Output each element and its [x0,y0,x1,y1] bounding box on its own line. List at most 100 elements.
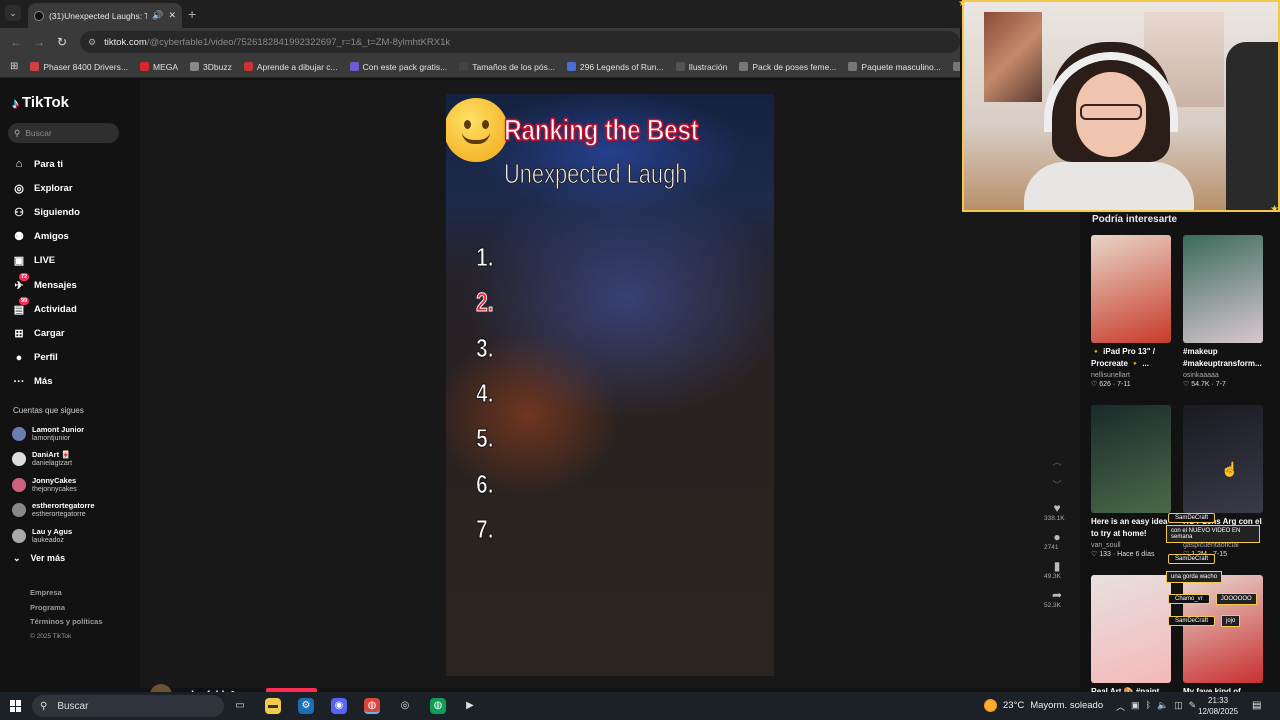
following-header: Cuentas que sigues [13,406,84,415]
bookmark-item[interactable]: Tamaños de los pós... [459,62,555,72]
search-input[interactable]: ⚲ Buscar [8,123,119,143]
share-count: 52.3K [1044,602,1061,609]
share-icon[interactable]: ➦ [1044,588,1070,602]
profile-icon: ● [15,351,23,364]
footer-link-terms[interactable]: Términos y políticas [30,615,103,630]
account-text: JonnyCakes thejonnycakes [32,476,77,494]
like-heart-icon[interactable]: ♥ [1044,501,1070,515]
recommendations-header: Podría interesarte [1092,214,1178,225]
bookmark-item[interactable]: Pack de poses feme... [739,62,836,72]
video-thumbnail[interactable] [1091,235,1171,343]
url-field[interactable]: ⚙ tiktok.com/@cyberfable1/video/75261828… [80,31,960,53]
tray-chevron-icon[interactable]: ︿ [1116,700,1125,713]
back-icon[interactable]: ← [10,35,22,49]
recommended-video[interactable]: 🔸 iPad Pro 13" / Procreate 🔸 ... nellisun… [1091,235,1171,388]
nav-item-actividad[interactable]: ▤ 99 Actividad [12,296,80,321]
task-view-icon[interactable]: ▭ [232,698,248,714]
video-thumbnail[interactable] [1183,235,1263,343]
bookmark-item[interactable]: Con este pack gratis... [349,62,447,72]
see-more-button[interactable]: ⌄ Ver más [13,553,65,564]
nav-item-siguiendo[interactable]: ⚇ Siguiendo [12,200,80,224]
volume-icon[interactable]: 🔈 [1157,700,1168,713]
network-icon[interactable]: ◫ [1174,700,1183,713]
notification-badge: 72 [19,272,30,281]
steam-icon[interactable]: ⚙ [298,698,314,714]
bookmark-item[interactable]: 3Dbuzz [190,62,232,72]
live-icon: ▣ [13,255,25,268]
nav-item-cargar[interactable]: ⊞ Cargar [12,321,80,345]
tiktok-logo[interactable]: ♪ TikTok [12,94,69,111]
new-tab-button[interactable]: + [188,6,196,22]
chat-username: Chamo_vr [1168,594,1210,604]
nav-label: LIVE [34,255,56,267]
video-thumbnail[interactable] [1091,575,1171,683]
bookmark-item[interactable]: Skull St [952,62,960,72]
recommended-video[interactable]: #makeup #makeuptransform... osinkaaaaa ♡ 5… [1183,235,1263,388]
nav-item-mensajes[interactable]: ✈ 72 Mensajes [12,272,80,297]
active-tab[interactable]: (31)Unexpected Laughs: To 🔊 ✕ [28,3,182,28]
chrome-profile-icon[interactable]: ◍ [430,698,446,714]
home-icon: ⌂ [15,158,23,171]
nav-item-m-s[interactable]: ··· Más [12,370,80,394]
obs-icon[interactable]: ◎ [397,698,413,714]
bookmark-item[interactable]: Ilustración [675,62,727,72]
bookmark-favicon-icon [566,62,576,71]
video-player[interactable]: Ranking the Best Unexpected Laugh 1. 2. 3.… [446,94,774,676]
windows-start-icon[interactable] [10,700,22,712]
followed-account[interactable]: Lau y Agus laukeadoz [12,523,95,549]
speaker-icon[interactable]: 🔊 [152,10,163,21]
nav-item-amigos[interactable]: ⚉ Amigos [12,225,80,249]
bookmark-favicon-icon [30,62,40,71]
sun-icon [984,699,997,712]
followed-account[interactable]: JonnyCakes thejonnycakes [12,472,95,498]
followed-account[interactable]: estherortegatorre estherortegatorre [12,498,95,524]
followed-account[interactable]: DaniArt 🀄 danielagtzart [12,447,95,473]
pen-icon[interactable]: ✎ [1189,700,1197,713]
tray-app-icon[interactable]: ▣ [1131,700,1140,713]
footer-link-program[interactable]: Programa [30,601,103,616]
bookmark-label: Tamaños de los pós... [472,61,555,72]
nav-label: Cargar [34,327,65,339]
close-tab-icon[interactable]: ✕ [168,10,176,21]
clock[interactable]: 21:33 12/08/2025 [1198,695,1238,717]
video-thumbnail[interactable] [1091,405,1171,513]
discord-icon[interactable]: ◉ [331,698,347,714]
recommended-video[interactable]: Here is an easy idea to try at home! van_… [1091,405,1171,558]
media-player-icon[interactable]: ▶ [462,698,478,714]
forward-icon[interactable]: → [33,35,45,49]
bookmark-item[interactable]: Paquete masculino... [848,62,941,72]
video-thumbnail[interactable] [1183,405,1263,513]
bookmark-item[interactable]: MEGA [139,62,178,72]
bookmark-item[interactable]: Aprende a dibujar c... [243,62,338,72]
apps-grid-icon[interactable]: ⊞ [10,61,18,72]
account-avatar [12,452,26,467]
tab-list-dropdown[interactable]: ⌄ [5,5,21,21]
account-avatar [12,503,26,518]
nav-label: Siguiendo [34,206,80,218]
nav-item-perfil[interactable]: ● Perfil [12,346,80,370]
nav-item-para-ti[interactable]: ⌂ Para ti [12,152,80,176]
nav-item-live[interactable]: ▣ LIVE [12,249,80,273]
video-caption-title: Ranking the Best [503,113,699,148]
site-info-icon[interactable]: ⚙ [88,37,96,48]
recommended-video[interactable]: Real Art 🎨 #paint [1091,575,1171,698]
footer-link-company[interactable]: Empresa [30,586,103,601]
file-explorer-icon[interactable]: ▬ [265,698,281,714]
reload-icon[interactable]: ↻ [57,35,67,49]
weather-widget[interactable]: 23°C Mayorm. soleado [984,699,1103,712]
comment-icon[interactable]: ● [1044,530,1070,544]
bookmark-icon[interactable]: ▮ [1044,559,1070,573]
followed-account[interactable]: Lamont Junior lamontjunior [12,421,95,447]
notifications-icon[interactable]: ▤ [1252,700,1261,711]
friends-icon: ⚉ [14,231,24,244]
bluetooth-icon[interactable]: ᛒ [1146,700,1151,713]
bookmark-item[interactable]: Phaser 8400 Drivers... [30,62,128,72]
nav-item-explorar[interactable]: ◎ Explorar [12,176,80,200]
chrome-icon[interactable]: ◍ [364,698,380,714]
taskbar-search[interactable]: ⚲ Buscar [32,695,224,717]
video-actions: ︿ ﹀ ♥ 338.1K ● 2741 ▮ 49.3K ➦ 52.3K [1044,455,1070,617]
previous-video-icon[interactable]: ︿ [1044,455,1070,468]
bookmarks-bar: ⊞ Phaser 8400 Drivers... MEGA 3Dbuzz Aprend… [0,56,960,78]
next-video-icon[interactable]: ﹀ [1044,478,1070,491]
bookmark-item[interactable]: 296 Legends of Run... [566,62,664,72]
